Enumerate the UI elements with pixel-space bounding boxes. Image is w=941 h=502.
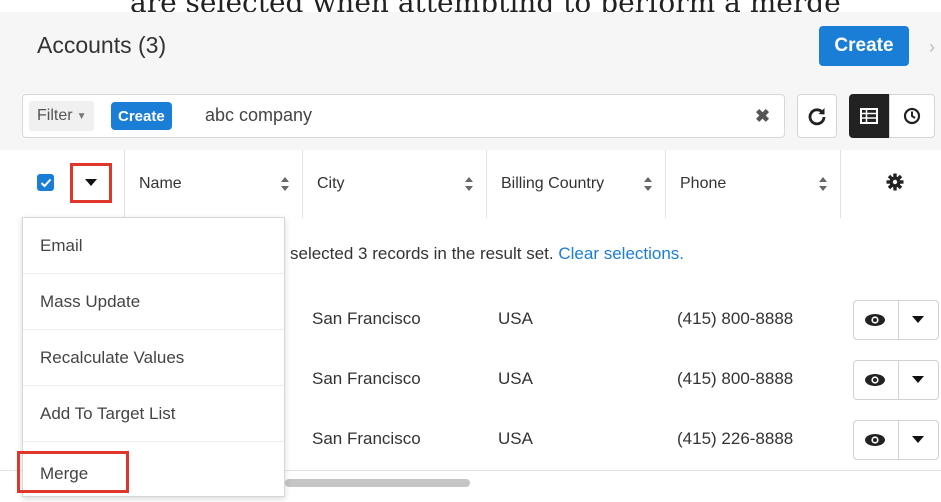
merge-highlight-box: [17, 451, 129, 493]
menu-item-mass-update[interactable]: Mass Update: [23, 274, 284, 330]
column-header-name[interactable]: Name: [125, 150, 303, 218]
column-header-city[interactable]: City: [303, 150, 487, 218]
list-view-icon: [860, 108, 878, 124]
column-header-billing-country[interactable]: Billing Country: [487, 150, 666, 218]
clear-selections-link[interactable]: Clear selections.: [558, 244, 684, 263]
checkmark-icon: [40, 178, 51, 187]
sort-icon[interactable]: [280, 174, 290, 194]
filter-bar: Filter ▼ Create abc company ✖: [0, 86, 941, 151]
clear-search-icon[interactable]: ✖: [755, 106, 770, 127]
city-cell: San Francisco: [312, 429, 421, 448]
selection-alert-text: selected 3 records in the result set. Cl…: [290, 244, 684, 264]
list-view-button[interactable]: [849, 94, 889, 138]
menu-item-recalculate-values[interactable]: Recalculate Values: [23, 330, 284, 386]
filter-dropdown-label: Filter: [37, 107, 73, 124]
menu-item-add-to-target-list[interactable]: Add To Target List: [23, 386, 284, 442]
billing-country-cell: USA: [498, 369, 533, 388]
filter-search-box[interactable]: Filter ▼ Create abc company ✖: [22, 94, 785, 138]
caret-down-icon[interactable]: [912, 316, 924, 324]
sort-icon[interactable]: [464, 174, 474, 194]
phone-cell[interactable]: (415) 226-8888: [677, 429, 793, 449]
select-all-checkbox[interactable]: [37, 174, 54, 191]
filter-create-button[interactable]: Create: [111, 102, 172, 130]
refresh-button[interactable]: [797, 94, 837, 138]
city-cell: San Francisco: [312, 309, 421, 328]
phone-cell[interactable]: (415) 800-8888: [677, 369, 793, 389]
sort-icon[interactable]: [643, 174, 653, 194]
billing-country-cell: USA: [498, 309, 533, 328]
search-input[interactable]: abc company: [205, 105, 312, 126]
selection-message: selected 3 records in the result set.: [290, 244, 559, 263]
eye-icon[interactable]: [864, 371, 886, 389]
city-cell: San Francisco: [312, 369, 421, 388]
page-title: Accounts (3): [37, 32, 167, 58]
sort-icon[interactable]: [818, 174, 828, 194]
eye-icon[interactable]: [864, 311, 886, 329]
column-header-phone[interactable]: Phone: [666, 150, 841, 218]
phone-cell[interactable]: (415) 800-8888: [677, 309, 793, 329]
row-actions: [853, 300, 939, 340]
list-header: Accounts (3) Create ›: [0, 12, 941, 87]
row-actions: [853, 420, 939, 460]
caret-down-icon: [85, 179, 97, 186]
row-actions: [853, 360, 939, 400]
column-label: Name: [139, 175, 182, 192]
column-label: City: [317, 175, 345, 192]
mass-actions-dropdown-button[interactable]: [70, 163, 112, 203]
activity-stream-button[interactable]: [889, 94, 935, 138]
column-settings-button[interactable]: [886, 173, 904, 196]
create-button[interactable]: Create: [819, 26, 909, 66]
column-label: Phone: [680, 175, 727, 192]
eye-icon[interactable]: [864, 431, 886, 449]
menu-item-email[interactable]: Email: [23, 218, 284, 274]
chevron-right-icon[interactable]: ›: [929, 37, 935, 58]
table-header: Name City Billing Country Phone: [0, 150, 941, 219]
billing-country-cell: USA: [498, 429, 533, 448]
column-label: Billing Country: [501, 175, 605, 192]
clock-icon: [903, 107, 921, 125]
horizontal-scrollbar[interactable]: [285, 479, 470, 487]
refresh-icon: [808, 108, 826, 126]
filter-dropdown[interactable]: Filter ▼: [29, 101, 95, 131]
chevron-down-icon: ▼: [76, 110, 87, 122]
caret-down-icon[interactable]: [912, 376, 924, 384]
gear-icon: [886, 173, 904, 191]
caret-down-icon[interactable]: [912, 436, 924, 444]
